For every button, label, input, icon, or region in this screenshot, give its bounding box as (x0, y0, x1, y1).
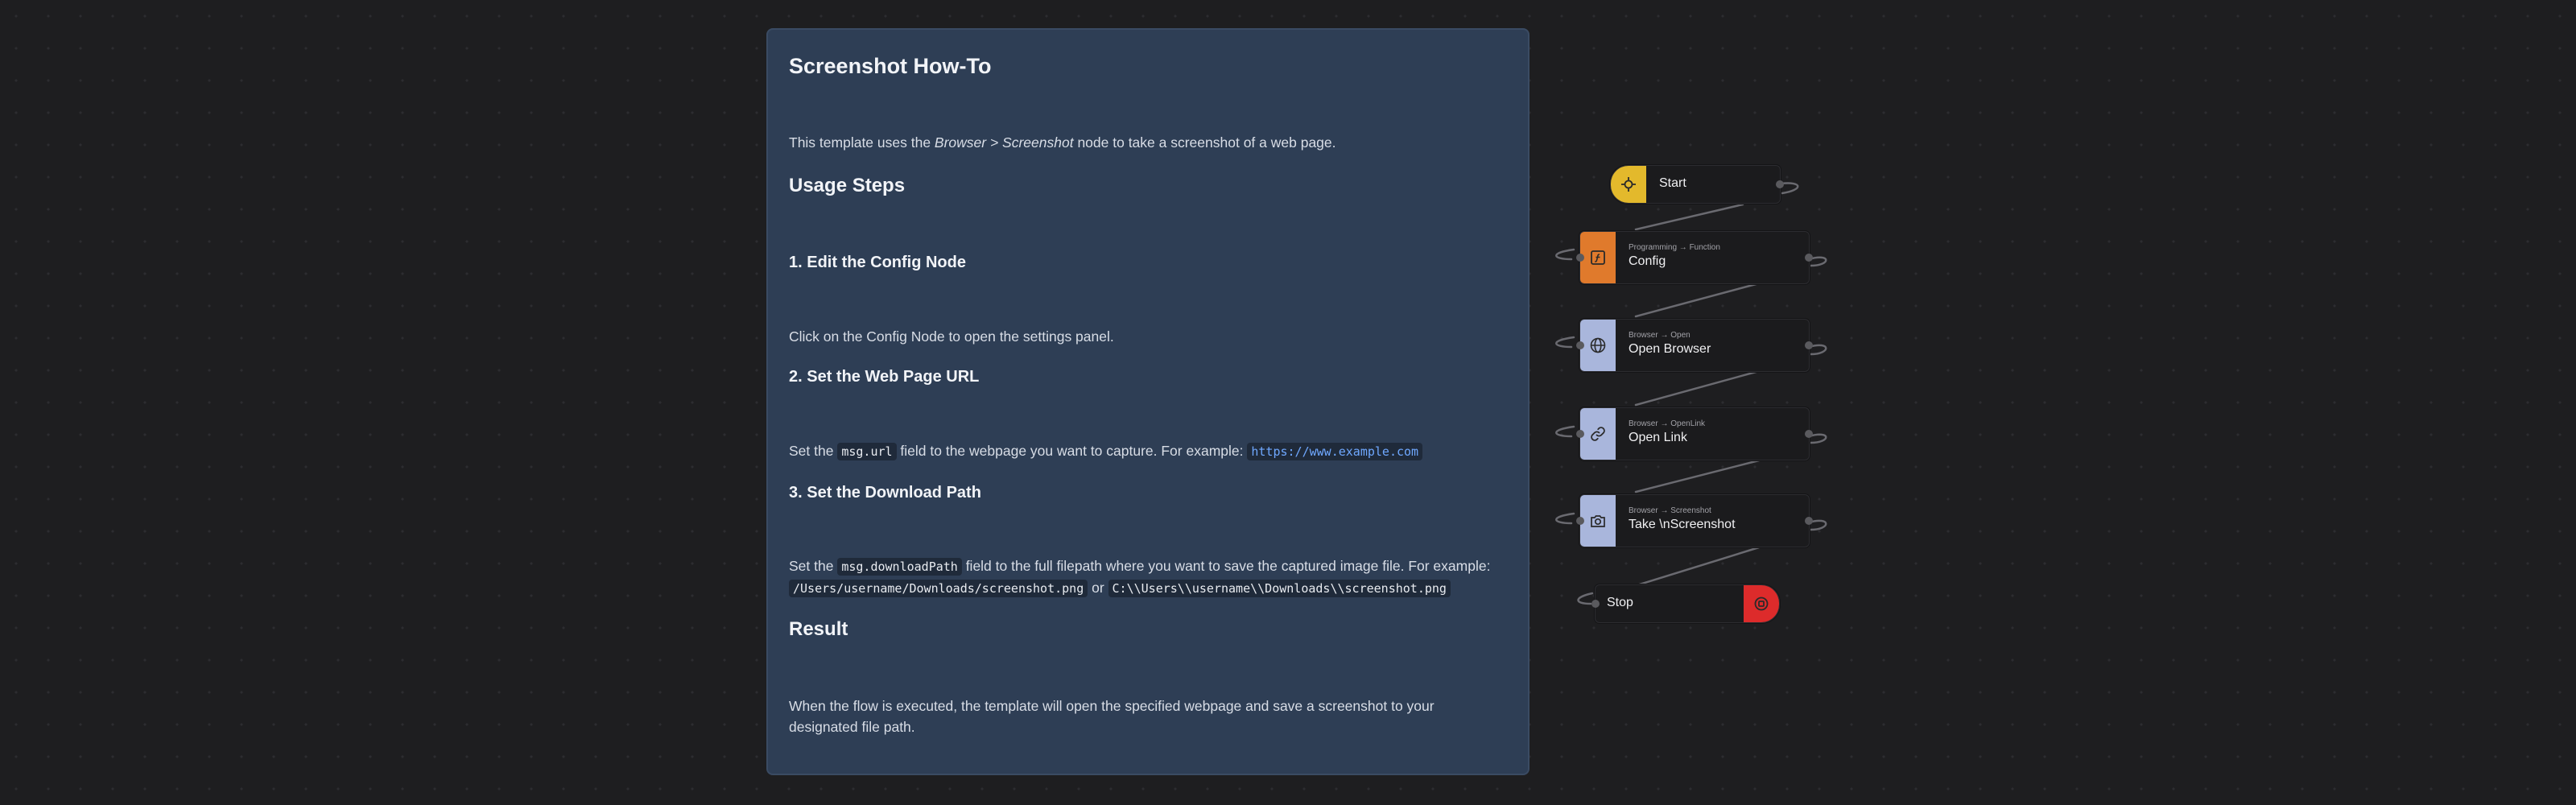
wire-config-openbrowser (1634, 282, 1761, 318)
function-icon (1580, 232, 1616, 283)
open-link-node-subtitle: Browser → OpenLink (1629, 419, 1706, 428)
open-browser-output-port[interactable] (1805, 341, 1813, 349)
config-node-subtitle: Programming → Function (1629, 243, 1720, 252)
open-browser-node-title: Open Browser (1629, 342, 1711, 356)
screenshot-input-port[interactable] (1576, 517, 1584, 525)
link-icon (1580, 408, 1616, 460)
stop-node-title: Stop (1607, 596, 1633, 609)
wire-openlink-screenshot (1634, 459, 1761, 493)
stop-icon (1744, 585, 1779, 622)
config-output-port[interactable] (1805, 254, 1813, 262)
screenshot-node[interactable]: Browser → Screenshot Take \nScreenshot (1576, 494, 1813, 547)
wire-start-config (1634, 203, 1744, 231)
start-node-title: Start (1659, 176, 1686, 190)
config-node[interactable]: Programming → Function Config (1576, 231, 1813, 284)
globe-icon (1580, 320, 1616, 371)
open-link-input-port[interactable] (1576, 430, 1584, 438)
screenshot-node-title: Take \nScreenshot (1629, 518, 1736, 531)
wire-openbrowser-openlink (1634, 369, 1761, 407)
start-output-port[interactable] (1776, 180, 1784, 188)
start-node[interactable]: Start (1610, 165, 1784, 204)
open-browser-node-subtitle: Browser → Open (1629, 331, 1690, 340)
stop-node[interactable]: Stop (1591, 584, 1780, 623)
screenshot-node-subtitle: Browser → Screenshot (1629, 506, 1711, 515)
open-link-node-title: Open Link (1629, 431, 1687, 444)
open-link-node[interactable]: Browser → OpenLink Open Link (1576, 407, 1813, 460)
config-node-title: Config (1629, 254, 1666, 268)
open-browser-input-port[interactable] (1576, 341, 1584, 349)
config-input-port[interactable] (1576, 254, 1584, 262)
start-icon (1611, 166, 1646, 203)
screenshot-output-port[interactable] (1805, 517, 1813, 525)
open-browser-node[interactable]: Browser → Open Open Browser (1576, 319, 1813, 372)
open-link-output-port[interactable] (1805, 430, 1813, 438)
flow-wires (1555, 182, 1827, 605)
camera-icon (1580, 495, 1616, 547)
stop-input-port[interactable] (1591, 600, 1600, 608)
